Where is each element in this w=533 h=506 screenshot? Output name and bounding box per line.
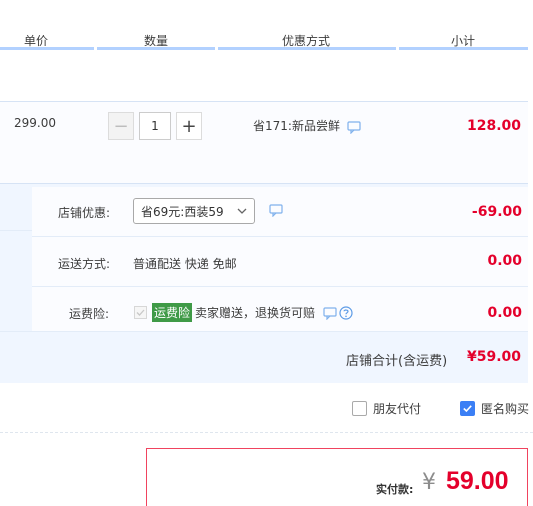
item-promo: 省171:新品尝鲜	[253, 117, 363, 134]
shop-discount-label: 店铺优惠:	[58, 206, 111, 220]
shop-total-label: 店铺合计(含运费)	[346, 354, 448, 369]
anonymous-purchase-checkbox[interactable]	[460, 401, 475, 416]
chevron-down-icon	[237, 208, 247, 214]
shipping-insurance-label: 运费险:	[69, 307, 110, 321]
insurance-amount: 0.00	[487, 305, 522, 321]
check-icon	[136, 309, 145, 316]
header-underline	[218, 47, 396, 50]
message-icon[interactable]	[269, 203, 285, 217]
row-divider	[0, 230, 32, 231]
row-divider	[32, 286, 528, 287]
shop-discount-amount: -69.00	[471, 204, 522, 220]
check-icon	[463, 405, 472, 413]
shop-total-amount: ¥59.00	[467, 349, 522, 365]
message-icon[interactable]	[323, 306, 339, 320]
anonymous-purchase-option[interactable]: 匿名购买	[460, 400, 529, 417]
shipping-method-value: 普通配送 快递 免邮	[133, 257, 237, 271]
friend-pay-label: 朋友代付	[373, 402, 422, 416]
row-divider	[0, 331, 528, 332]
anonymous-purchase-label: 匿名购买	[481, 402, 530, 416]
item-subtotal: 128.00	[467, 118, 522, 134]
friend-pay-option[interactable]: 朋友代付	[352, 400, 421, 417]
shop-discount-selected: 省69元:西装59	[141, 204, 224, 219]
quantity-decrease-button[interactable]: −	[108, 112, 134, 140]
row-divider	[32, 236, 528, 237]
insurance-badge: 运费险	[152, 303, 193, 322]
payment-amount: 59.00	[446, 467, 509, 495]
insurance-info: 运费险 卖家赠送，退换货可赔	[152, 303, 353, 322]
item-promo-text: 省171:新品尝鲜	[253, 119, 340, 133]
insurance-checkbox	[134, 306, 147, 319]
payment-currency: ¥	[422, 470, 436, 495]
cart-table-header: 单价 数量 优惠方式 小计	[0, 0, 533, 50]
cart-item-row: 299.00	[0, 101, 528, 183]
insurance-description: 卖家赠送，退换货可赔	[195, 306, 316, 320]
section-divider	[0, 432, 533, 433]
header-underline	[0, 47, 94, 50]
payment-label: 实付款:	[376, 483, 414, 496]
header-underline	[97, 47, 215, 50]
header-underline	[399, 47, 528, 50]
item-unit-price: 299.00	[14, 116, 56, 130]
quantity-increase-button[interactable]: +	[176, 112, 202, 140]
shipping-method-label: 运送方式:	[58, 257, 111, 271]
shop-discount-select[interactable]: 省69元:西装59	[133, 198, 255, 224]
help-icon[interactable]	[339, 305, 353, 320]
quantity-input[interactable]: 1	[139, 112, 171, 140]
shipping-amount: 0.00	[487, 253, 522, 269]
message-icon[interactable]	[347, 120, 363, 134]
friend-pay-checkbox[interactable]	[352, 401, 367, 416]
